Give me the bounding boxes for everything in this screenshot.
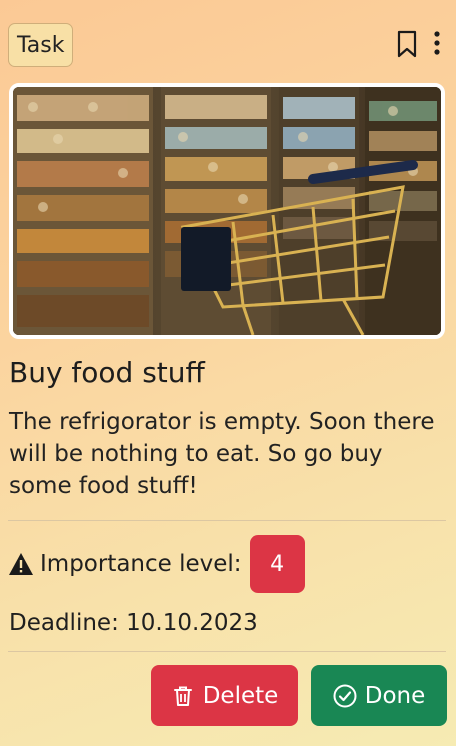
deadline-text: Deadline: 10.10.2023 [9, 610, 258, 636]
check-circle-icon [333, 684, 357, 707]
card-header: Task [8, 22, 446, 70]
more-options-icon[interactable] [428, 30, 446, 58]
delete-button[interactable]: Delete [151, 665, 298, 726]
done-button[interactable]: Done [311, 665, 447, 726]
importance-level-badge: 4 [249, 535, 305, 593]
done-label: Done [364, 682, 426, 709]
delete-label: Delete [202, 682, 279, 709]
bookmark-icon[interactable] [396, 30, 418, 58]
task-image [9, 83, 445, 339]
task-description: The refrigorator is empty. Soon there wi… [9, 409, 435, 499]
supermarket-cart-image [13, 87, 441, 335]
importance-label: Importance level: [40, 551, 242, 577]
task-title: Buy food stuff [9, 356, 205, 389]
trash-icon [173, 686, 192, 706]
importance-row: Importance level: 4 [8, 534, 305, 594]
divider [8, 520, 446, 521]
warning-triangle-icon [9, 553, 33, 575]
divider [8, 651, 446, 652]
category-badge: Task [8, 23, 74, 67]
